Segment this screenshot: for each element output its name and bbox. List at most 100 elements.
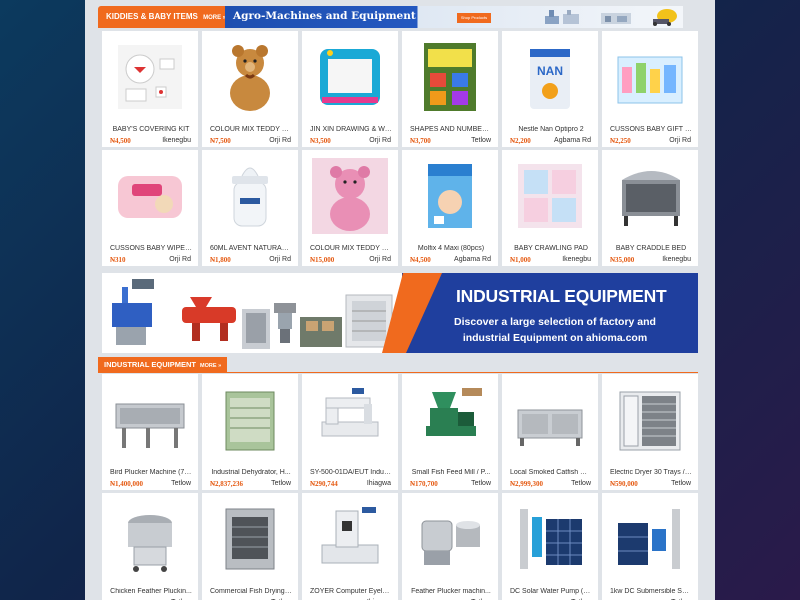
product-card[interactable]: Molfix 4 Maxi (80pcs) ₦4,500 Agbama Rd — [402, 150, 498, 266]
industrial-section-tab[interactable]: INDUSTRIAL EQUIPMENT MORE » — [98, 357, 228, 372]
product-price: ₦2,837,236 — [210, 480, 244, 488]
product-card[interactable]: CUSSONS BABY WIPES ... ₦310 Orji Rd — [102, 150, 198, 266]
product-price: ₦4,500 — [410, 256, 431, 264]
product-card[interactable]: BABY CRADDLE BED ₦35,000 Ikenegbu — [602, 150, 698, 266]
product-price: ₦1,800 — [210, 256, 231, 264]
product-price: ₦4,500 — [110, 137, 131, 145]
electric-dryer-icon[interactable] — [612, 382, 688, 458]
product-card[interactable]: COLOUR MIX TEDDY BE... ₦15,000 Orji Rd — [302, 150, 398, 266]
product-card[interactable]: 1kw DC Submersible Sol...₦76,000Tetlow — [602, 493, 698, 600]
pink-teddy-icon[interactable] — [312, 158, 388, 234]
product-name[interactable]: CUSSONS BABY WIPES ... — [110, 245, 192, 252]
product-name[interactable]: COLOUR MIX TEDDY BE... — [210, 126, 292, 133]
product-name[interactable]: ZOYER Computer Eyelet ... — [310, 588, 392, 595]
gift-pack-icon[interactable] — [612, 39, 688, 115]
product-name[interactable]: Industrial Dehydrator, H... — [210, 469, 292, 476]
product-price: ₦2,999,300 — [510, 480, 544, 488]
product-card[interactable]: COLOUR MIX TEDDY BE... ₦7,500 Orji Rd — [202, 31, 298, 147]
product-card[interactable]: SY-500-01DA/EUT Indus... ₦290,744 Ihiagwa — [302, 374, 398, 490]
formula-can-icon[interactable]: NAN — [512, 39, 588, 115]
cradle-bed-icon[interactable] — [612, 158, 688, 234]
agro-machines-banner[interactable]: Agro-Machines and Equipment Shop Product… — [225, 6, 683, 28]
product-location: Orji Rd — [369, 256, 391, 263]
product-name[interactable]: DC Solar Water Pump (S... — [510, 588, 592, 595]
product-card[interactable]: Bird Plucker Machine (7 ... ₦1,400,000 Tet… — [102, 374, 198, 490]
agro-banner-title: Agro-Machines and Equipment — [233, 10, 416, 22]
product-card[interactable]: DC Solar Water Pump (S...₦119,000Tetlow — [502, 493, 598, 600]
drawing-board-icon[interactable] — [312, 39, 388, 115]
product-card[interactable]: NAN Nestle Nan Optipro 2 ₦2,200 Agbama Rd — [502, 31, 598, 147]
sewing-machine-icon[interactable] — [312, 382, 388, 458]
product-card[interactable]: BABY'S COVERING KIT ₦4,500 Ikenegbu — [102, 31, 198, 147]
product-name[interactable]: BABY'S COVERING KIT — [110, 126, 192, 133]
kiddies-more-link[interactable]: MORE » — [203, 15, 226, 21]
product-card[interactable]: Electric Dryer 30 Trays / ... ₦590,000 Tet… — [602, 374, 698, 490]
product-name[interactable]: BABY CRAWLING PAD — [510, 245, 592, 252]
diaper-pack-icon[interactable] — [412, 158, 488, 234]
teddy-bear-icon[interactable] — [212, 39, 288, 115]
product-location: Ihiagwa — [366, 480, 391, 487]
feed-mill-icon[interactable] — [412, 382, 488, 458]
product-name[interactable]: Commercial Fish Drying ... — [210, 588, 292, 595]
submersible-pump-icon[interactable] — [612, 501, 688, 577]
product-name[interactable]: SHAPES AND NUMBERI... — [410, 126, 492, 133]
industrial-banner-subline: Discover a large selection of factory an… — [454, 316, 656, 344]
product-card[interactable]: Chicken Feather Pluckin...₦400,000Tetlow — [102, 493, 198, 600]
catfish-dryer-icon[interactable] — [512, 382, 588, 458]
product-name[interactable]: Molfix 4 Maxi (80pcs) — [410, 245, 492, 252]
product-name[interactable]: Nestle Nan Optipro 2 — [510, 126, 592, 133]
book-icon[interactable] — [412, 39, 488, 115]
wipes-icon[interactable] — [112, 158, 188, 234]
plucker-drum-icon[interactable] — [412, 501, 488, 577]
product-card[interactable]: Industrial Dehydrator, H... ₦2,837,236 Tet… — [202, 374, 298, 490]
product-name[interactable]: JIN XIN DRAWING & WRI... — [310, 126, 392, 133]
product-name[interactable]: Feather Plucker machin... — [410, 588, 492, 595]
product-location: Orji Rd — [669, 137, 691, 144]
eyelet-machine-icon[interactable] — [312, 501, 388, 577]
product-card[interactable]: JIN XIN DRAWING & WRI... ₦3,500 Orji Rd — [302, 31, 398, 147]
crawling-pad-icon[interactable] — [512, 158, 588, 234]
baby-bottle-icon[interactable] — [212, 158, 288, 234]
solar-pump-icon[interactable] — [512, 501, 588, 577]
product-name[interactable]: Chicken Feather Pluckin... — [110, 588, 192, 595]
product-location: Ikenegbu — [662, 256, 691, 263]
industrial-equipment-banner[interactable]: INDUSTRIAL EQUIPMENT Discover a large se… — [102, 273, 698, 353]
kiddies-section-tab[interactable]: KIDDIES & BABY ITEMS MORE » — [98, 6, 235, 28]
product-name[interactable]: Small Fish Feed Mill / P... — [410, 469, 492, 476]
baby-kit-icon[interactable] — [112, 39, 188, 115]
product-name[interactable]: SY-500-01DA/EUT Indus... — [310, 469, 392, 476]
product-name[interactable]: BABY CRADDLE BED — [610, 245, 692, 252]
product-card[interactable]: ZOYER Computer Eyelet ...₦456,212.60Ihia… — [302, 493, 398, 600]
agro-machine-image — [601, 13, 631, 24]
feather-plucker-icon[interactable] — [112, 501, 188, 577]
product-card[interactable]: Local Smoked Catfish Dr... ₦2,999,300 Tetl… — [502, 374, 598, 490]
product-card[interactable]: SHAPES AND NUMBERI... ₦3,700 Tetlow — [402, 31, 498, 147]
product-location: Orji Rd — [369, 137, 391, 144]
product-name[interactable]: 60ML AVENT NATURAL ... — [210, 245, 292, 252]
fish-drying-oven-icon[interactable] — [212, 501, 288, 577]
product-price: ₦2,250 — [610, 137, 631, 145]
product-card[interactable]: CUSSONS BABY GIFT PA... ₦2,250 Orji Rd — [602, 31, 698, 147]
product-name[interactable]: Bird Plucker Machine (7 ... — [110, 469, 192, 476]
product-price: ₦35,000 — [610, 256, 635, 264]
product-name[interactable]: 1kw DC Submersible Sol... — [610, 588, 692, 595]
product-card[interactable]: Small Fish Feed Mill / P... ₦170,700 Tetlo… — [402, 374, 498, 490]
product-name[interactable]: COLOUR MIX TEDDY BE... — [310, 245, 392, 252]
product-name[interactable]: Electric Dryer 30 Trays / ... — [610, 469, 692, 476]
dehydrator-icon[interactable] — [212, 382, 288, 458]
industrial-machines-image — [112, 279, 393, 349]
product-card[interactable]: Commercial Fish Drying ...₦580,900Tetlow — [202, 493, 298, 600]
product-location: Orji Rd — [269, 137, 291, 144]
product-name[interactable]: Local Smoked Catfish Dr... — [510, 469, 592, 476]
product-card[interactable]: 60ML AVENT NATURAL ... ₦1,800 Orji Rd — [202, 150, 298, 266]
product-location: Orji Rd — [269, 256, 291, 263]
product-location: Tetlow — [471, 137, 491, 144]
product-card[interactable]: BABY CRAWLING PAD ₦1,000 Ikenegbu — [502, 150, 598, 266]
product-card[interactable]: Feather Plucker machin...₦500,000Tetlow — [402, 493, 498, 600]
product-name[interactable]: CUSSONS BABY GIFT PA... — [610, 126, 692, 133]
agro-shop-button[interactable]: Shop Products — [457, 13, 491, 23]
section-divider — [98, 372, 698, 373]
product-location: Tetlow — [471, 480, 491, 487]
plucker-machine-icon[interactable] — [112, 382, 188, 458]
industrial-more-link[interactable]: MORE » — [200, 363, 221, 369]
